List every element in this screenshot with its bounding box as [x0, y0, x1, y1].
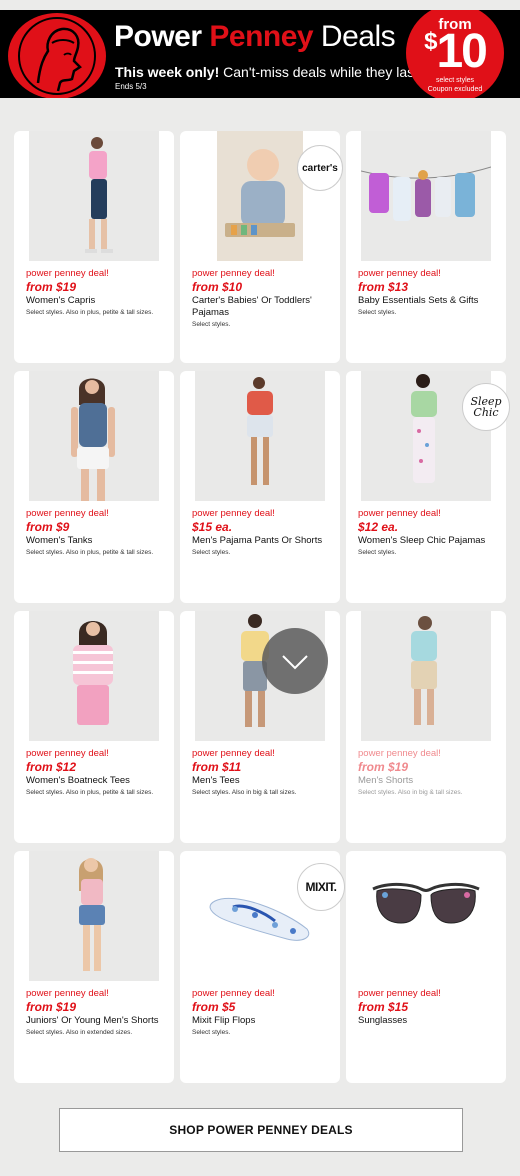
product-price: $12 ea. — [358, 520, 399, 534]
product-name: Women's Boatneck Tees — [26, 775, 130, 786]
product-note: Select styles. Also in big & tall sizes. — [358, 789, 463, 796]
badge-price: $10 — [424, 25, 488, 78]
product-price: from $12 — [26, 760, 77, 774]
product-name: Carter's Babies' Or Toddlers' Pajamas — [192, 295, 312, 318]
product-card-womens-boatneck-tees[interactable]: power penney deal! from $12 Women's Boat… — [14, 611, 174, 843]
product-price: from $19 — [26, 1000, 77, 1014]
deal-label: power penney deal! — [26, 268, 109, 279]
badge-select-styles: select styles — [435, 77, 475, 84]
product-name: Sunglasses — [358, 1015, 408, 1026]
product-note: Select styles. — [358, 309, 397, 316]
product-note: Select styles. Also in plus, petite & ta… — [26, 549, 154, 556]
product-card-mens-shorts[interactable]: power penney deal! from $19 Men's Shorts… — [346, 611, 506, 843]
chevron-down-icon[interactable] — [262, 628, 328, 694]
product-note: Select styles. — [358, 549, 397, 556]
product-card-baby-essentials[interactable]: power penney deal! from $13 Baby Essenti… — [346, 131, 506, 363]
product-card-juniors-shorts[interactable]: power penney deal! from $19 Juniors' Or … — [14, 851, 174, 1083]
product-note: Select styles. — [192, 1029, 231, 1036]
sleep-chic-brand-badge: Sleep Chic — [462, 383, 510, 431]
product-image — [361, 851, 491, 981]
deal-label: power penney deal! — [192, 748, 275, 759]
product-price: from $11 — [192, 760, 242, 774]
product-image — [361, 611, 491, 741]
penney-portrait-logo — [8, 13, 106, 98]
header-title: Power Penney Deals — [114, 20, 396, 53]
carters-brand-badge: carter's — [297, 145, 343, 191]
product-image — [29, 851, 159, 981]
deal-label: power penney deal! — [26, 508, 109, 519]
product-card-sunglasses[interactable]: power penney deal! from $15 Sunglasses — [346, 851, 506, 1083]
deal-label: power penney deal! — [192, 988, 275, 999]
header-tagline: This week only! Can't-miss deals while t… — [115, 64, 422, 80]
product-note: Select styles. Also in plus, petite & ta… — [26, 309, 154, 316]
product-note: Select styles. — [192, 321, 231, 328]
price-badge: from $10 select styles Coupon excluded — [406, 10, 504, 98]
product-name: Men's Shorts — [358, 775, 414, 786]
product-price: from $15 — [358, 1000, 409, 1014]
promo-header[interactable]: Power Penney Deals This week only! Can't… — [0, 10, 520, 98]
product-name: Juniors' Or Young Men's Shorts — [26, 1015, 159, 1026]
product-price: from $19 — [358, 760, 409, 774]
product-price: from $10 — [192, 280, 243, 294]
product-price: from $5 — [192, 1000, 236, 1014]
product-price: from $9 — [26, 520, 70, 534]
product-card-carters-pajamas[interactable]: carter's power penney deal! from $10 Car… — [180, 131, 343, 363]
product-price: from $13 — [358, 280, 409, 294]
product-image — [29, 371, 159, 501]
product-image — [361, 131, 491, 261]
deal-label: power penney deal! — [192, 268, 275, 279]
product-image — [29, 611, 159, 741]
product-name: Women's Sleep Chic Pajamas — [358, 535, 486, 546]
product-price: $15 ea. — [192, 520, 233, 534]
deal-label: power penney deal! — [358, 988, 441, 999]
product-card-mixit-flip-flops[interactable]: MIXIT. power penney deal! from $5 Mixit … — [180, 851, 345, 1083]
product-image — [195, 371, 325, 501]
product-card-mens-pajama-pants[interactable]: power penney deal! $15 ea. Men's Pajama … — [180, 371, 340, 603]
product-name: Baby Essentials Sets & Gifts — [358, 295, 479, 306]
product-note: Select styles. Also in plus, petite & ta… — [26, 789, 154, 796]
shop-deals-button[interactable]: SHOP POWER PENNEY DEALS — [59, 1108, 463, 1152]
deal-label: power penney deal! — [26, 748, 109, 759]
product-name: Women's Tanks — [26, 535, 93, 546]
ends-date: Ends 5/3 — [115, 82, 147, 91]
product-name: Men's Pajama Pants Or Shorts — [192, 535, 323, 546]
product-note: Select styles. Also in extended sizes. — [26, 1029, 133, 1036]
product-card-womens-capris[interactable]: power penney deal! from $19 Women's Capr… — [14, 131, 174, 363]
deal-label: power penney deal! — [358, 268, 441, 279]
deal-label: power penney deal! — [358, 508, 441, 519]
product-name: Men's Tees — [192, 775, 240, 786]
mixit-brand-badge: MIXIT. — [297, 863, 345, 911]
deal-label: power penney deal! — [26, 988, 109, 999]
product-note: Select styles. Also in big & tall sizes. — [192, 789, 297, 796]
product-card-womens-tanks[interactable]: power penney deal! from $9 Women's Tanks… — [14, 371, 174, 603]
product-card-sleep-chic-pajamas[interactable]: Sleep Chic power penney deal! $12 ea. Wo… — [346, 371, 510, 603]
product-price: from $19 — [26, 280, 77, 294]
deal-label: power penney deal! — [358, 748, 441, 759]
deal-label: power penney deal! — [192, 508, 275, 519]
product-note: Select styles. — [192, 549, 231, 556]
badge-coupon-note: Coupon excluded — [427, 86, 483, 93]
email-page: Power Penney Deals This week only! Can't… — [0, 0, 520, 1176]
product-image — [29, 131, 159, 261]
product-name: Mixit Flip Flops — [192, 1015, 256, 1026]
product-image — [217, 131, 303, 261]
product-name: Women's Capris — [26, 295, 96, 306]
